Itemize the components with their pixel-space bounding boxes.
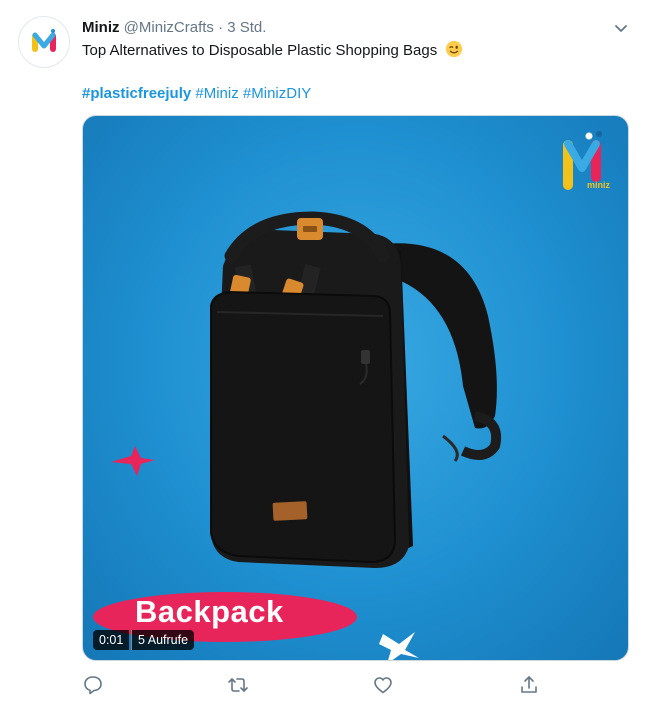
separator-dot: ·	[218, 19, 224, 36]
hashtag-miniz[interactable]: #Miniz	[195, 85, 238, 102]
video-time-badge: 0:01	[93, 630, 130, 650]
backpack-image	[111, 211, 501, 660]
video-media[interactable]: miniz Backpack 0:01 5 Aufrufe	[82, 115, 629, 661]
miniz-brand-logo: miniz	[559, 128, 611, 196]
retweet-icon[interactable]	[227, 674, 249, 696]
video-views-badge: 5 Aufrufe	[131, 630, 195, 650]
hashtag-plasticfreejuly[interactable]: #plasticfreejuly	[82, 85, 191, 102]
more-options-chevron-icon[interactable]	[611, 18, 631, 38]
hashtags: #plasticfreejuly #Miniz #MinizDIY	[82, 84, 311, 104]
avatar[interactable]	[18, 16, 70, 68]
miniz-logo-icon	[32, 29, 56, 52]
display-name[interactable]: Miniz	[82, 19, 120, 36]
winking-face-icon	[446, 40, 463, 58]
tweet-text-content: Top Alternatives to Disposable Plastic S…	[82, 42, 438, 59]
overlay-label: Backpack	[135, 594, 284, 629]
hashtag-minizdiy[interactable]: #MinizDIY	[243, 85, 311, 102]
share-icon[interactable]	[518, 674, 540, 696]
user-handle[interactable]: @MinizCrafts	[124, 19, 214, 36]
tweet-actions	[82, 674, 629, 696]
reply-icon[interactable]	[82, 674, 104, 696]
tweet: Miniz @MinizCrafts · 3 Std. Top Alternat…	[0, 0, 645, 700]
tweet-text: Top Alternatives to Disposable Plastic S…	[82, 40, 463, 61]
logo-text: miniz	[587, 180, 611, 190]
tweet-header: Miniz @MinizCrafts · 3 Std.	[82, 18, 266, 38]
timestamp[interactable]: 3 Std.	[227, 19, 266, 36]
heart-icon[interactable]	[372, 674, 394, 696]
